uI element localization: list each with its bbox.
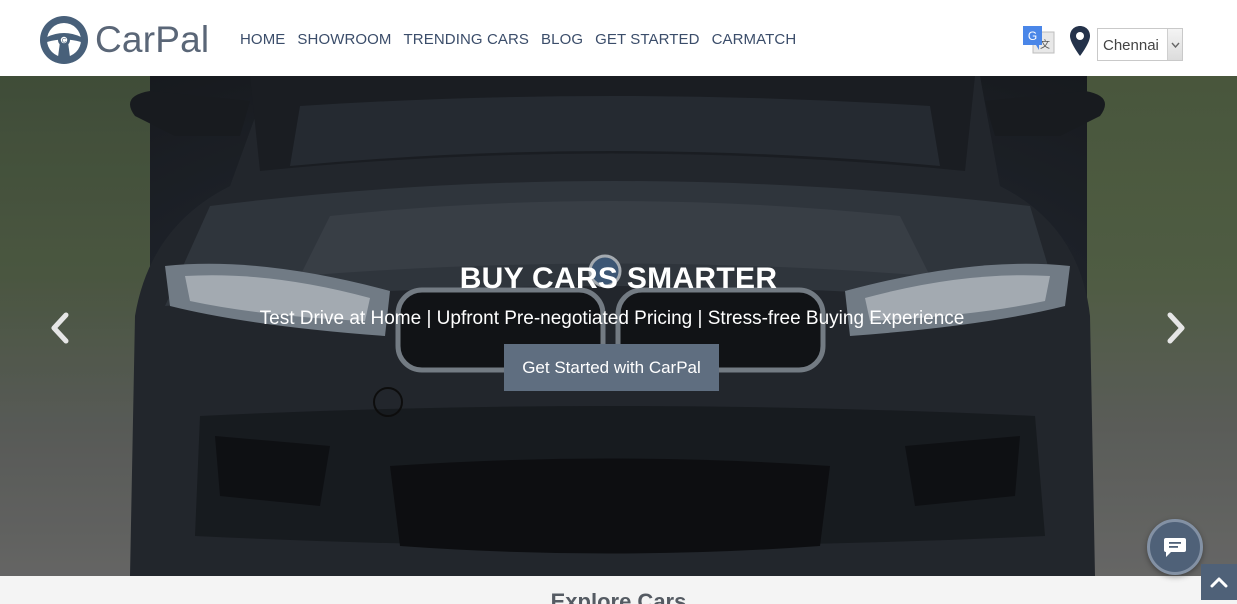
get-started-button[interactable]: Get Started with CarPal (504, 344, 719, 391)
main-nav: HOME SHOWROOM TRENDING CARS BLOG GET STA… (240, 31, 808, 48)
hero-subtitle: Test Drive at Home | Upfront Pre-negotia… (259, 308, 965, 329)
section-heading: Explore Cars (550, 589, 687, 604)
site-header: C CarPal HOME SHOWROOM TRENDING CARS BLO… (0, 0, 1237, 76)
nav-home[interactable]: HOME (240, 31, 285, 48)
svg-text:G: G (1028, 29, 1037, 43)
chevron-right-icon[interactable] (1164, 312, 1188, 344)
city-select-value: Chennai (1103, 37, 1159, 54)
nav-get-started[interactable]: GET STARTED (595, 31, 699, 48)
chat-button[interactable] (1147, 519, 1203, 575)
nav-carmatch[interactable]: CARMATCH (712, 31, 797, 48)
nav-blog[interactable]: BLOG (541, 31, 583, 48)
hero-carousel: BUY CARS SMARTER Test Drive at Home | Up… (0, 76, 1237, 576)
chevron-left-icon[interactable] (48, 312, 72, 344)
brand-name: CarPal (95, 19, 210, 60)
chat-icon (1164, 538, 1186, 557)
hero-title: BUY CARS SMARTER (459, 262, 778, 295)
chevron-down-icon (1167, 29, 1182, 60)
city-select[interactable]: Chennai (1097, 28, 1183, 61)
scroll-top-button[interactable] (1201, 564, 1237, 600)
steering-wheel-icon: C (40, 16, 88, 64)
nav-showroom[interactable]: SHOWROOM (297, 31, 391, 48)
chevron-up-icon (1210, 577, 1228, 588)
nav-trending-cars[interactable]: TRENDING CARS (404, 31, 529, 48)
map-pin-icon (1070, 26, 1090, 56)
svg-text:C: C (62, 39, 67, 45)
brand-logo[interactable]: C CarPal (39, 15, 209, 65)
google-translate-icon[interactable]: 文 G (1023, 26, 1055, 56)
